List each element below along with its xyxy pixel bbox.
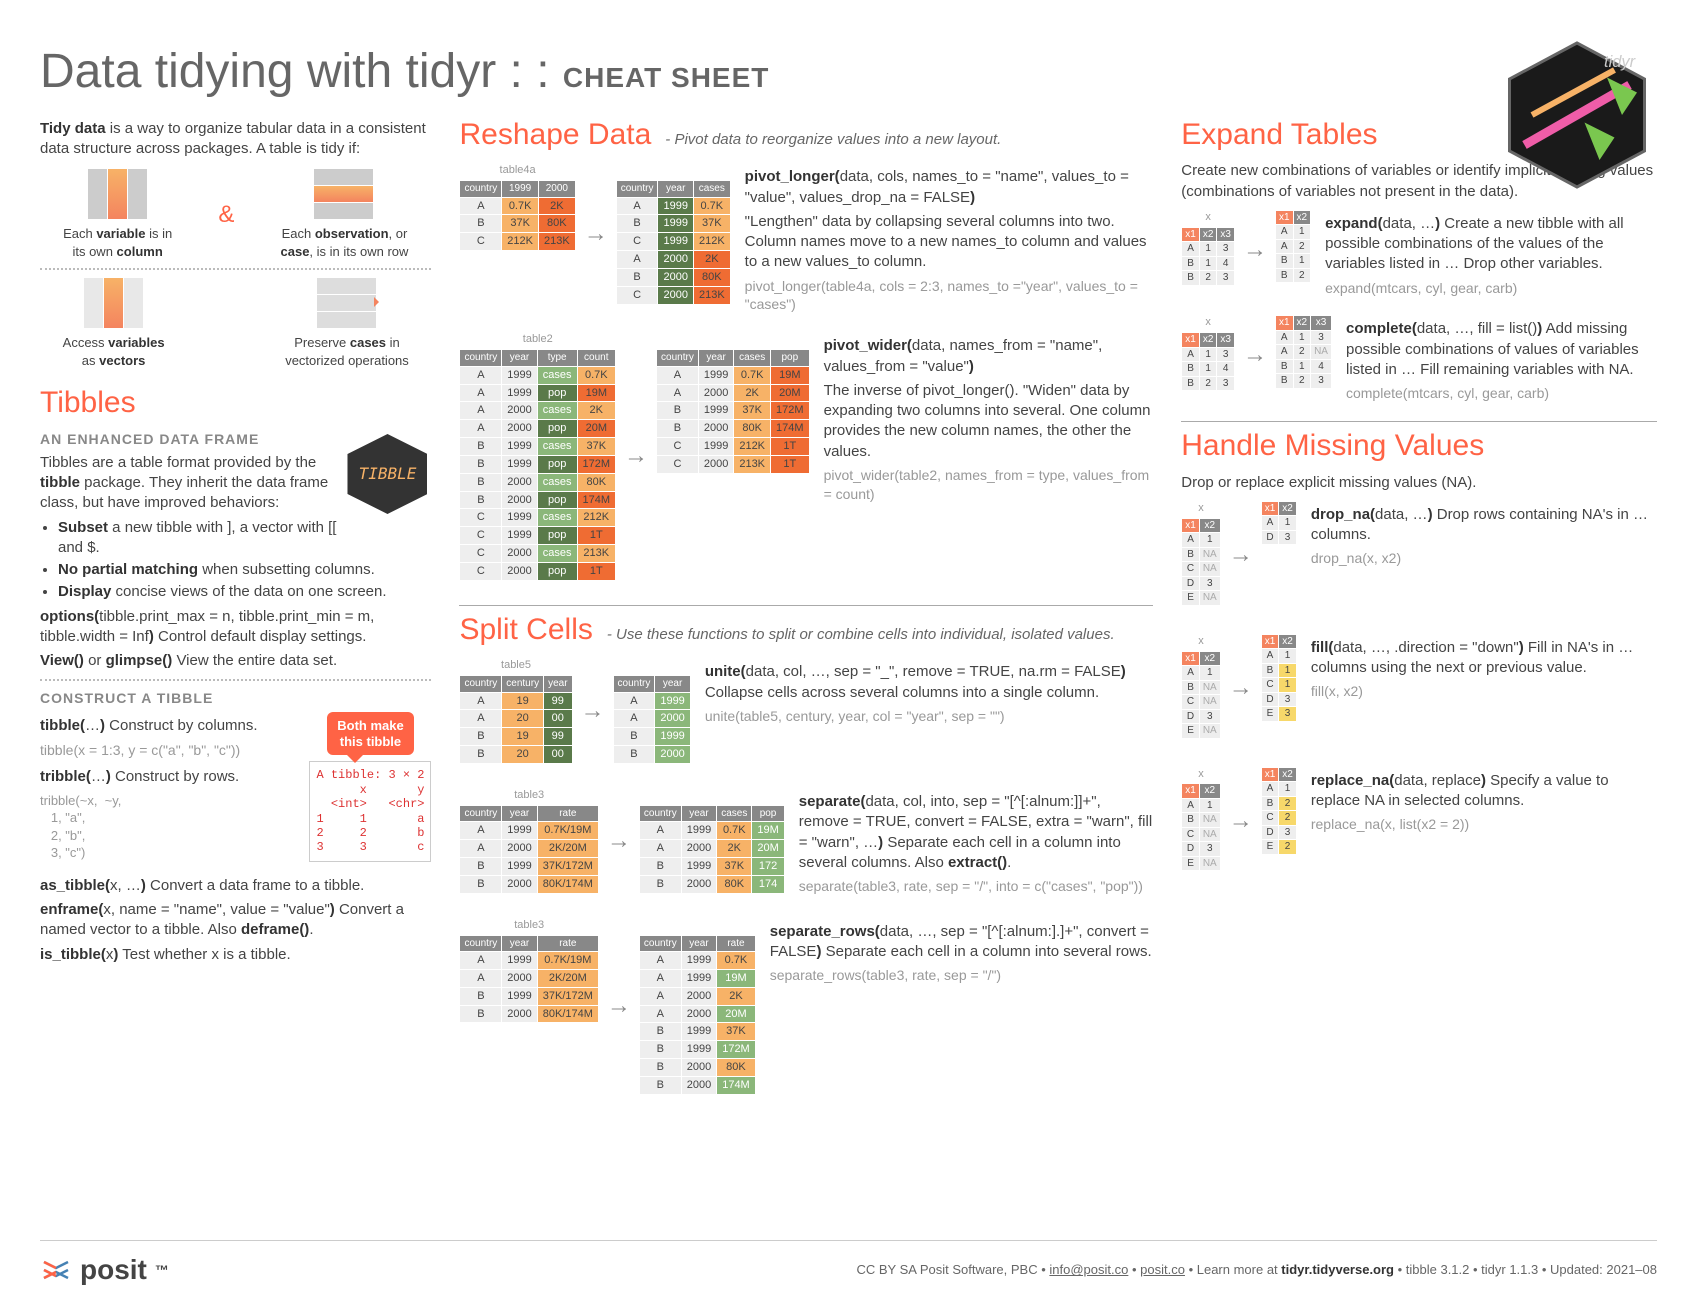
fill-ex: fill(x, x2) xyxy=(1311,682,1657,701)
tidy-rule-cases: Preserve cases invectorized operations xyxy=(285,334,409,369)
expand-ex: expand(mtcars, cyl, gear, carb) xyxy=(1325,279,1657,298)
reshape-heading: Reshape Data xyxy=(459,115,651,156)
drop-na-diagram: xx1x2A1BNACNAD3ENA → x1x2A1D3 xyxy=(1181,501,1297,610)
posit-logo: posit™ xyxy=(40,1251,169,1289)
column-tidy-tibbles: Tidy data is a way to organize tabular d… xyxy=(40,115,431,1119)
arrow-icon: → xyxy=(1229,539,1253,571)
tibble-fn: tibble(…) Construct by columns. xyxy=(40,716,299,736)
arrow-icon: → xyxy=(581,695,605,727)
replace-na-sig: replace_na(data, replace) Specify a valu… xyxy=(1311,771,1657,812)
tribble-example: tribble(~x, ~y, 1, "a", 2, "b", 3, "c") xyxy=(40,792,299,862)
fill-diagram: xx1x2A1BNACNAD3ENA → x1x2A1B1C1D3E3 xyxy=(1181,634,1297,743)
tidy-rule-variable: Each variable is inits own column xyxy=(63,225,172,260)
tidy-rule-observation: Each observation, orcase, is in its own … xyxy=(281,225,409,260)
column-reshape-split: Reshape Data - Pivot data to reorganize … xyxy=(459,115,1153,1119)
tidy-rule-vectors: Access variablesas vectors xyxy=(63,334,165,369)
tibble-bullet-subset: Subset a new tibble with ], a vector wit… xyxy=(58,518,431,559)
as-tibble-fn: as_tibble(x, …) Convert a data frame to … xyxy=(40,876,431,896)
unite-sig: unite(data, col, …, sep = "_", remove = … xyxy=(705,662,1153,703)
split-heading: Split Cells xyxy=(459,610,592,651)
pivot-wider-sig: pivot_wider(data, names_from = "name", v… xyxy=(824,336,1154,377)
unite-ex: unite(table5, century, year, col = "year… xyxy=(705,707,1153,726)
tibble-output-box: A tibble: 3 × 2 x y <int> <chr> 1 1 a 2 … xyxy=(309,761,431,861)
missing-desc: Drop or replace explicit missing values … xyxy=(1181,473,1657,493)
missing-heading: Handle Missing Values xyxy=(1181,421,1657,467)
view-fn: View() or glimpse() View the entire data… xyxy=(40,651,431,671)
posit-icon xyxy=(40,1254,72,1286)
drop-na-sig: drop_na(data, …) Drop rows containing NA… xyxy=(1311,505,1657,546)
enframe-fn: enframe(x, name = "name", value = "value… xyxy=(40,900,431,941)
fill-sig: fill(data, …, .direction = "down") Fill … xyxy=(1311,638,1657,679)
arrow-icon: → xyxy=(584,218,608,250)
arrow-icon: → xyxy=(1243,339,1267,371)
page-title: Data tidying with tidyr : : CHEAT SHEET xyxy=(40,40,1657,105)
split-sub: - Use these functions to split or combin… xyxy=(607,625,1115,645)
reshape-sub: - Pivot data to reorganize values into a… xyxy=(665,130,1001,150)
tibble-bullet-matching: No partial matching when subsetting colu… xyxy=(58,560,431,580)
arrow-icon: → xyxy=(1229,805,1253,837)
arrow-icon: → xyxy=(607,990,631,1022)
callout-both-make: Both makethis tibble xyxy=(327,712,413,755)
pivot-longer-sig: pivot_longer(data, cols, names_to = "nam… xyxy=(745,167,1154,208)
arrow-icon: → xyxy=(607,825,631,857)
tidyr-hex-icon: tidyr xyxy=(1502,40,1652,190)
separate-rows-diagram: table3countryyearrateA19990.7K/19MA20002… xyxy=(459,918,755,1095)
complete-ex: complete(mtcars, cyl, gear, carb) xyxy=(1346,384,1657,403)
tibbles-heading: Tibbles xyxy=(40,383,431,424)
arrow-icon: → xyxy=(1229,672,1253,704)
column-expand-missing: Expand Tables Create new combinations of… xyxy=(1181,115,1657,1119)
replace-na-ex: replace_na(x, list(x2 = 2)) xyxy=(1311,815,1657,834)
drop-na-ex: drop_na(x, x2) xyxy=(1311,549,1657,568)
construct-heading: CONSTRUCT A TIBBLE xyxy=(40,689,431,708)
footer: posit™ CC BY SA Posit Software, PBC • in… xyxy=(40,1240,1657,1289)
pivot-wider-diagram: table2countryyeartypecountA1999cases0.7K… xyxy=(459,332,809,580)
complete-sig: complete(data, …, fill = list()) Add mis… xyxy=(1346,319,1657,380)
arrow-icon: → xyxy=(1243,234,1267,266)
footer-text: CC BY SA Posit Software, PBC • info@posi… xyxy=(857,1261,1658,1279)
is-tibble-fn: is_tibble(x) Test whether x is a tibble. xyxy=(40,945,431,965)
arrow-icon: → xyxy=(624,440,648,472)
expand-diagram: xx1x2x3A13B14B23 → x1x2A1A2B1B2 xyxy=(1181,210,1311,290)
tribble-fn: tribble(…) Construct by rows. xyxy=(40,767,299,787)
separate-ex: separate(table3, rate, sep = "/", into =… xyxy=(799,877,1154,896)
tibble-example: tibble(x = 1:3, y = c("a", "b", "c")) xyxy=(40,741,299,760)
pivot-longer-ex: pivot_longer(table4a, cols = 2:3, names_… xyxy=(745,277,1154,315)
pivot-wider-desc: The inverse of pivot_longer(). "Widen" d… xyxy=(824,381,1154,462)
separate-rows-ex: separate_rows(table3, rate, sep = "/") xyxy=(770,966,1154,985)
options-fn: options(tibble.print_max = n, tibble.pri… xyxy=(40,607,431,648)
pivot-longer-desc: "Lengthen" data by collapsing several co… xyxy=(745,212,1154,273)
separate-rows-sig: separate_rows(data, …, sep = "[^[:alnum:… xyxy=(770,922,1154,963)
ampersand-icon: & xyxy=(218,199,234,231)
pivot-wider-ex: pivot_wider(table2, names_from = type, v… xyxy=(824,466,1154,504)
complete-diagram: xx1x2x3A13B14B23 → x1x2x3A13A2NAB14B23 xyxy=(1181,315,1332,395)
pivot-longer-diagram: table4a country19992000A0.7K2KB37K80KC21… xyxy=(459,163,730,304)
separate-diagram: table3countryyearrateA19990.7K/19MA20002… xyxy=(459,788,784,894)
unite-diagram: table5countrycenturyyearA1999A2000B1999B… xyxy=(459,658,690,764)
intro-text: Tidy data is a way to organize tabular d… xyxy=(40,119,431,160)
svg-text:tidyr: tidyr xyxy=(1604,53,1637,71)
separate-sig: separate(data, col, into, sep = "[^[:aln… xyxy=(799,792,1154,873)
tibble-bullet-display: Display concise views of the data on one… xyxy=(58,582,431,602)
replace-na-diagram: xx1x2A1BNACNAD3ENA → x1x2A1B2C2D3E2 xyxy=(1181,767,1297,876)
expand-sig: expand(data, …) Create a new tibble with… xyxy=(1325,214,1657,275)
